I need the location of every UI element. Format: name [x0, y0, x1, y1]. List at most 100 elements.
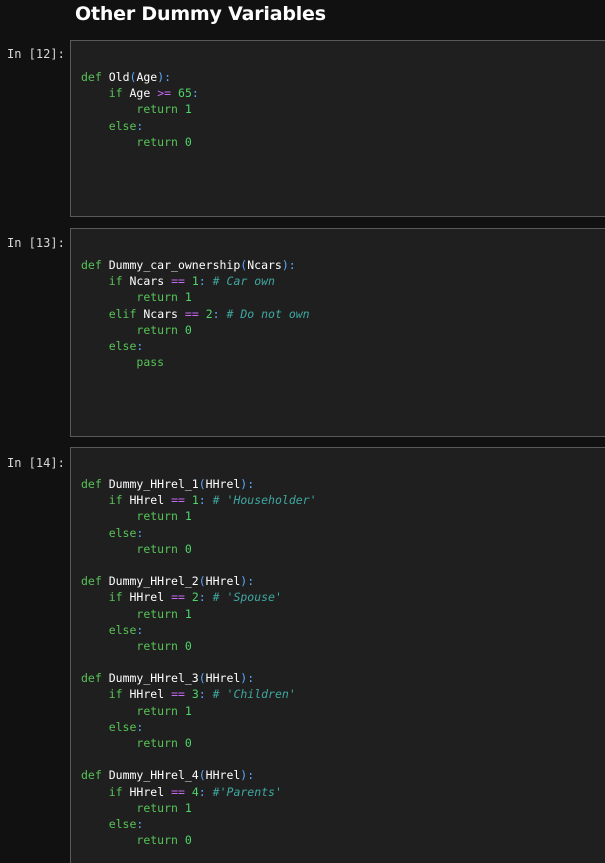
section-heading: Other Dummy Variables [75, 3, 326, 25]
code-line: return 0 [81, 735, 317, 751]
code-token: Dummy_HHrel_2 [108, 574, 199, 589]
code-token: 1 [184, 606, 192, 621]
code-token: return [136, 703, 178, 718]
code-token: : [212, 306, 220, 321]
code-token: if [108, 86, 123, 101]
code-token: if [108, 274, 123, 289]
code-token: Dummy_HHrel_1 [108, 477, 199, 491]
code-line: if HHrel == 3: # 'Children' [81, 686, 317, 702]
code-token: ( [198, 574, 206, 589]
code-token: HHrel [205, 477, 241, 491]
code-token: return [136, 800, 178, 815]
code-token: : [198, 784, 206, 799]
code-token: : [136, 338, 144, 353]
code-token: else [108, 719, 137, 734]
code-token: Old [108, 70, 130, 84]
code-line: return 1 [81, 289, 310, 305]
code-line: else: [81, 525, 317, 541]
code-line: else: [81, 719, 317, 735]
code-token: pass [136, 355, 165, 370]
code-line: else: [81, 816, 317, 832]
code-token: Ncars [143, 306, 178, 321]
code-token: return [136, 290, 178, 305]
code-token: if [108, 590, 123, 605]
code-token: HHrel [129, 687, 165, 702]
code-token: return [136, 322, 178, 337]
code-line: return 1 [81, 800, 317, 816]
code-token: 0 [184, 134, 192, 149]
code-token: 0 [184, 736, 192, 750]
code-token: 4 [191, 784, 199, 799]
code-token: HHrel [205, 768, 241, 783]
code-token: 1 [184, 509, 192, 524]
code-token: return [136, 134, 178, 149]
code-token: return [136, 541, 178, 556]
code-line: return 0 [81, 541, 317, 557]
code-cell[interactable]: def Dummy_car_ownership(Ncars): if Ncars… [70, 228, 605, 437]
code-token: ): [281, 258, 296, 272]
code-line: def Dummy_car_ownership(Ncars): [81, 257, 310, 273]
code-line: def Dummy_HHrel_2(HHrel): [81, 573, 317, 589]
code-token: : [136, 719, 144, 734]
code-token: else [108, 338, 137, 353]
code-token: # 'Spouse' [212, 590, 282, 605]
code-token: == [171, 687, 185, 702]
code-token: : [136, 525, 144, 540]
code-token: else [108, 118, 137, 133]
code-token: def [81, 574, 102, 589]
code-token: ): [240, 574, 255, 589]
code-cell[interactable]: def Old(Age): if Age >= 65: return 1 els… [70, 40, 605, 217]
code-cell[interactable]: def Dummy_HHrel_1 ( HHrel): if HHrel == 1:… [70, 447, 605, 863]
code-token: if [108, 784, 123, 799]
code-token: 0 [184, 541, 192, 556]
code-editor[interactable]: def Dummy_car_ownership(Ncars): if Ncars… [81, 257, 310, 370]
code-line: return 1 [81, 606, 317, 622]
code-token: == [171, 590, 185, 605]
code-token: : [191, 86, 199, 101]
code-token: Dummy_car_ownership [108, 258, 241, 272]
code-token: == [171, 274, 185, 289]
code-token: 1 [191, 493, 199, 508]
code-line: return 0 [81, 134, 199, 150]
code-token: def [81, 258, 102, 272]
code-editor[interactable]: def Old(Age): if Age >= 65: return 1 els… [81, 69, 199, 150]
code-token: return [136, 638, 178, 653]
code-token: return [136, 509, 178, 524]
code-token: 0 [184, 638, 192, 653]
code-token: 1 [184, 102, 192, 117]
code-line: def Dummy_HHrel_4(HHrel): [81, 767, 317, 783]
code-token: return [136, 833, 178, 848]
code-line: if HHrel == 4: #'Parents' [81, 784, 317, 800]
code-token: : [198, 590, 206, 605]
code-token: #'Parents' [212, 784, 282, 799]
code-token: 1 [191, 274, 199, 289]
code-editor[interactable]: def Dummy_HHrel_1 ( HHrel): if HHrel == 1:… [81, 476, 317, 848]
